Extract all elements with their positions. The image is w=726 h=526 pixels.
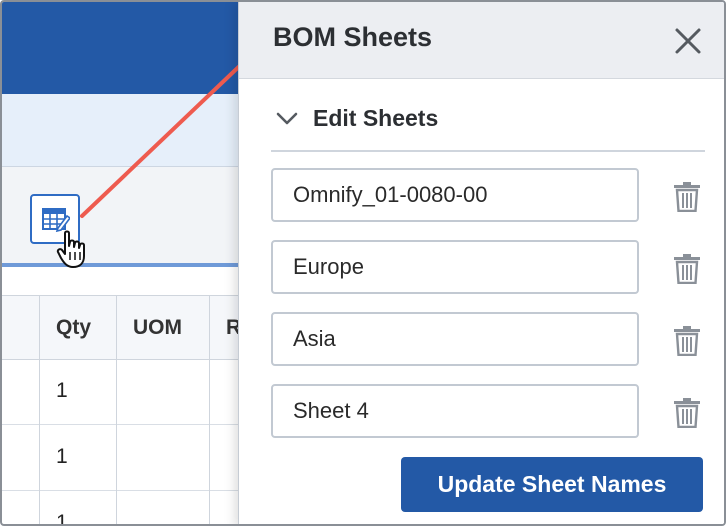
trash-icon[interactable] — [673, 398, 701, 428]
sheet-name-input[interactable] — [271, 168, 639, 222]
close-button[interactable] — [671, 24, 705, 58]
sheet-name-input[interactable] — [271, 384, 639, 438]
screenshot-frame: Qty UOM R 1 1 1 BOM Sheets Edit Sheets O… — [0, 0, 726, 526]
sheet-name-input[interactable] — [271, 312, 639, 366]
trash-icon[interactable] — [673, 182, 701, 212]
update-sheet-names-button[interactable]: Update Sheet Names — [401, 457, 703, 512]
sheet-name-input[interactable] — [271, 240, 639, 294]
section-label: Edit Sheets — [313, 105, 439, 131]
close-icon — [675, 28, 701, 54]
chevron-down-icon — [276, 112, 298, 125]
trash-icon[interactable] — [673, 254, 701, 284]
bom-sheets-panel: BOM Sheets Edit Sheets Omnify_01-0080-00… — [238, 2, 724, 524]
trash-icon[interactable] — [673, 326, 701, 356]
panel-title: BOM Sheets — [273, 22, 433, 52]
section-divider — [271, 150, 705, 152]
panel-header: BOM Sheets — [239, 2, 724, 79]
